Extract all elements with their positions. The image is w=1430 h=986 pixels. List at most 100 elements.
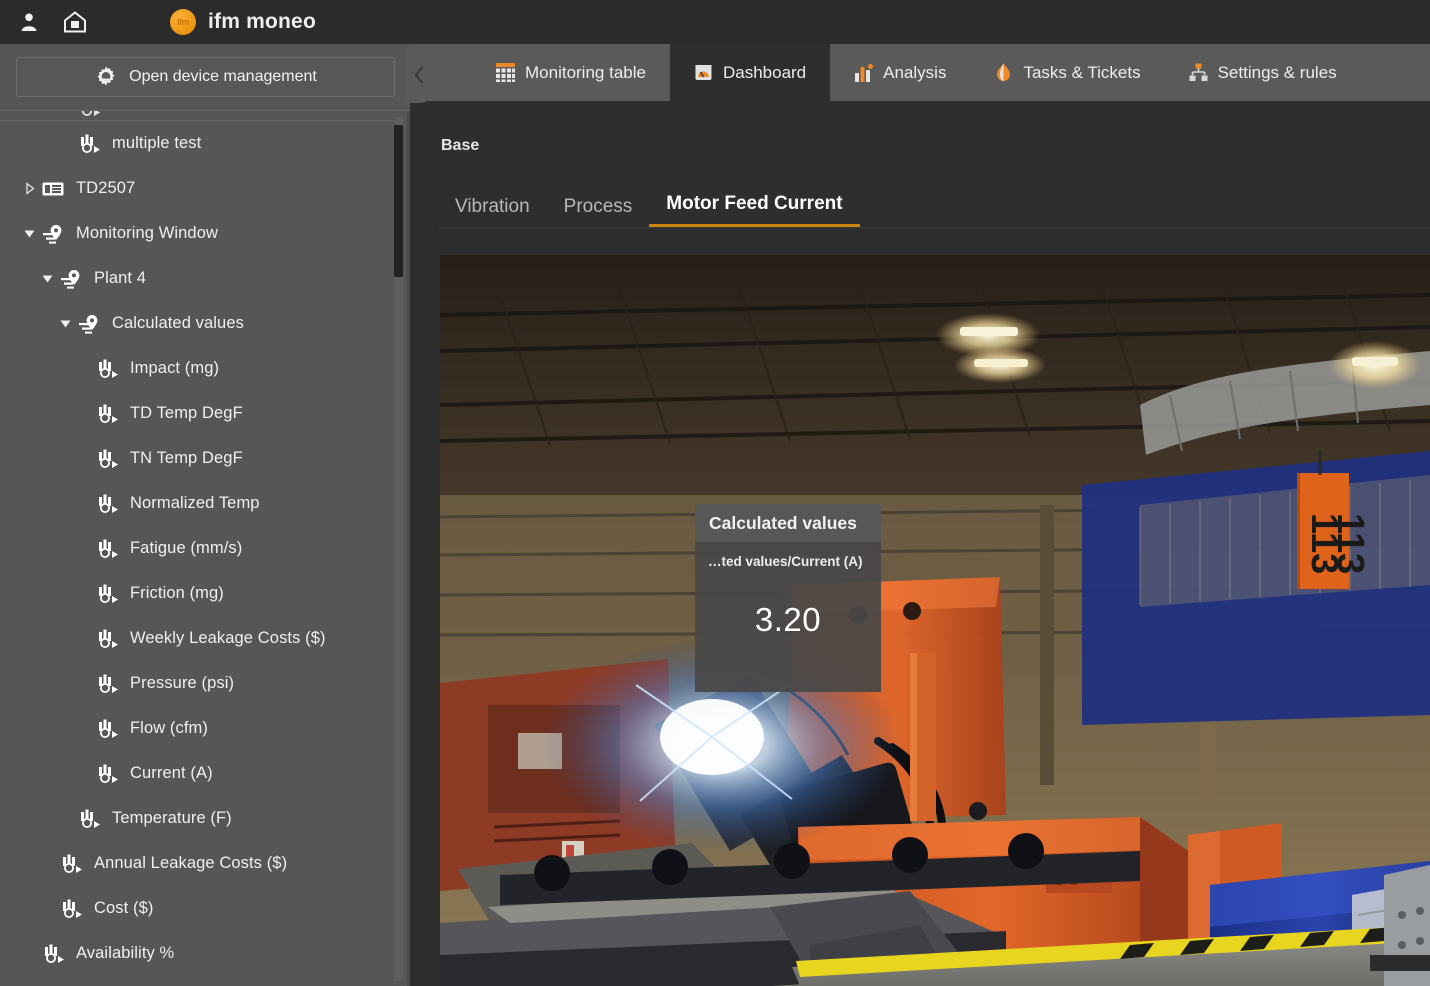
dashboard-content: Base VibrationProcessMotor Feed Current <box>410 101 1430 986</box>
svg-text:113: 113 <box>1329 513 1371 574</box>
calculated-values-card-title: Calculated values <box>695 504 881 542</box>
tree-item[interactable]: Cost ($) <box>0 886 396 931</box>
tab-label: Analysis <box>883 63 946 83</box>
subtab-vibration[interactable]: Vibration <box>438 196 547 227</box>
tab-label: Settings & rules <box>1218 63 1337 83</box>
tab-analysis[interactable]: Analysis <box>830 44 970 101</box>
open-device-management-button[interactable]: Open device management <box>16 57 395 97</box>
tree-item-label: Plant 4 <box>94 269 146 288</box>
tree-item-label: Monitoring Window <box>76 224 218 243</box>
top-application-bar: ifm ifm moneo <box>0 0 1430 44</box>
tree-item-label: Fatigue (mm/s) <box>130 539 242 558</box>
tree-item[interactable] <box>0 111 396 121</box>
collapse-sidebar-button[interactable] <box>406 47 432 103</box>
dashboard-subtab-strip: VibrationProcessMotor Feed Current <box>438 187 1430 228</box>
chevron-left-icon <box>413 65 426 85</box>
tree-item[interactable]: Normalized Temp <box>0 481 396 526</box>
tree-scrollbar-thumb[interactable] <box>394 125 403 277</box>
tree-item-label: TD Temp DegF <box>130 404 243 423</box>
tree-item[interactable]: TN Temp DegF <box>0 436 396 481</box>
sensor-icon <box>95 402 119 426</box>
gauge-icon <box>694 63 713 82</box>
breadcrumb: Base <box>410 101 1430 155</box>
tree-item[interactable]: Fatigue (mm/s) <box>0 526 396 571</box>
tab-label: Monitoring table <box>525 63 646 83</box>
sensor-icon <box>95 717 119 741</box>
sensor-icon <box>95 762 119 786</box>
bar-chart-icon <box>854 63 873 82</box>
tree-item[interactable]: Current (A) <box>0 751 396 796</box>
tree-item[interactable]: Weekly Leakage Costs ($) <box>0 616 396 661</box>
sensor-icon <box>95 447 119 471</box>
app-title: ifm moneo <box>208 10 316 34</box>
tree-item[interactable]: Availability % <box>0 931 396 976</box>
sensor-icon <box>95 582 119 606</box>
subtab-motor-feed-current[interactable]: Motor Feed Current <box>649 193 859 227</box>
dashboard-photo-widget[interactable]: 113 113 <box>440 255 1430 986</box>
twisty-expanded-icon[interactable] <box>54 317 76 330</box>
device-tree: multiple test TD2507 Monitoring Window Plan… <box>0 110 410 986</box>
tree-item-label: Impact (mg) <box>130 359 219 378</box>
tree-item-label: Pressure (psi) <box>130 674 234 693</box>
sensor-icon <box>95 537 119 561</box>
tab-label: Tasks & Tickets <box>1023 63 1140 83</box>
ifm-logo-icon: ifm <box>170 9 196 35</box>
tree-item[interactable]: Plant 4 <box>0 256 396 301</box>
sensor-icon <box>77 111 101 119</box>
sensor-icon <box>41 942 65 966</box>
user-icon[interactable] <box>12 5 46 39</box>
tree-item[interactable]: Impact (mg) <box>0 346 396 391</box>
tree-item-label: Flow (cfm) <box>130 719 208 738</box>
tree-item-label: TD2507 <box>76 179 135 198</box>
tree-item-label: TN Temp DegF <box>130 449 243 468</box>
application-window: ifm ifm moneo Open device management mul… <box>0 0 1430 986</box>
tree-item[interactable]: Monitoring Window <box>0 211 396 256</box>
tree-item-label: Annual Leakage Costs ($) <box>94 854 287 873</box>
calculated-values-card[interactable]: Calculated values …ted values/Current (A… <box>695 504 881 692</box>
tree-item-label: Availability % <box>76 944 174 963</box>
sensor-icon <box>95 672 119 696</box>
sensor-icon <box>77 807 101 831</box>
calculated-values-card-subtitle: …ted values/Current (A) <box>695 542 881 569</box>
tree-item[interactable]: Pressure (psi) <box>0 661 396 706</box>
sensor-icon <box>59 897 83 921</box>
location-icon <box>41 222 65 246</box>
sensor-icon <box>59 852 83 876</box>
tree-item-label: Current (A) <box>130 764 213 783</box>
subtab-process[interactable]: Process <box>547 196 650 227</box>
tree-item[interactable]: TD2507 <box>0 166 396 211</box>
factory-photo: 113 113 <box>440 255 1430 986</box>
tab-monitoring-table[interactable]: Monitoring table <box>472 44 670 101</box>
tree-item[interactable]: multiple test <box>0 121 396 166</box>
tree-item[interactable]: Annual Leakage Costs ($) <box>0 841 396 886</box>
main-tab-strip: Monitoring table Dashboard Analysis Tasks &… <box>410 44 1430 101</box>
tree-item[interactable]: Friction (mg) <box>0 571 396 616</box>
table-icon <box>496 63 515 82</box>
tree-item[interactable]: Calculated values <box>0 301 396 346</box>
tree-item-label: Calculated values <box>112 314 244 333</box>
tab-label: Dashboard <box>723 63 806 83</box>
tree-item[interactable]: Temperature (F) <box>0 796 396 841</box>
left-navigation-panel: Open device management multiple test TD25… <box>0 44 410 986</box>
tab-dashboard[interactable]: Dashboard <box>670 44 830 101</box>
twisty-expanded-icon[interactable] <box>18 227 40 240</box>
sensor-icon <box>77 132 101 156</box>
tree-item[interactable]: Flow (cfm) <box>0 706 396 751</box>
tree-scrollbar[interactable] <box>394 117 403 981</box>
sitemap-icon <box>1189 63 1208 82</box>
tab-settings-rules[interactable]: Settings & rules <box>1165 44 1361 101</box>
tree-item-label: Friction (mg) <box>130 584 224 603</box>
device-icon <box>41 177 65 201</box>
twisty-collapsed-icon[interactable] <box>18 182 40 195</box>
logo-text: ifm <box>177 17 189 27</box>
tree-item-label: Cost ($) <box>94 899 153 918</box>
calculated-values-card-value: 3.20 <box>695 601 881 639</box>
tree-item[interactable]: TD Temp DegF <box>0 391 396 436</box>
tab-tasks-tickets[interactable]: Tasks & Tickets <box>970 44 1164 101</box>
device-management-bar: Open device management <box>0 44 410 109</box>
gear-icon <box>94 65 118 89</box>
twisty-expanded-icon[interactable] <box>36 272 58 285</box>
home-icon[interactable] <box>58 5 92 39</box>
location-icon <box>77 312 101 336</box>
device-tree-list: multiple test TD2507 Monitoring Window Plan… <box>0 111 396 986</box>
